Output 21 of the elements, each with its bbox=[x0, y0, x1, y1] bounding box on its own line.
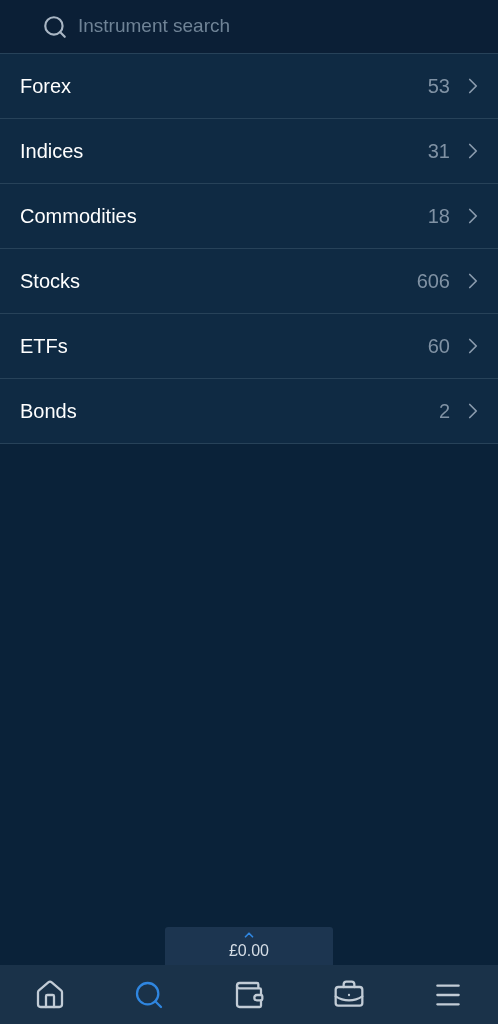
category-count: 60 bbox=[427, 334, 450, 359]
category-count: 53 bbox=[427, 74, 450, 99]
search-icon bbox=[42, 13, 68, 40]
category-label: Indices bbox=[20, 139, 85, 164]
category-row[interactable]: Commodities 18 bbox=[0, 183, 498, 248]
category-label: Forex bbox=[20, 74, 73, 99]
category-count: 31 bbox=[427, 139, 450, 164]
search-field[interactable]: Instrument search bbox=[78, 12, 378, 41]
category-row[interactable]: Stocks 606 bbox=[0, 248, 498, 313]
category-count: 2 bbox=[438, 399, 450, 424]
category-row[interactable]: Forex 53 bbox=[0, 53, 498, 118]
category-label: Bonds bbox=[20, 399, 78, 424]
category-label: ETFs bbox=[20, 334, 69, 359]
category-count: 18 bbox=[427, 204, 450, 229]
category-row[interactable]: Indices 31 bbox=[0, 118, 498, 183]
category-label: Stocks bbox=[20, 269, 82, 294]
category-row[interactable]: Bonds 2 bbox=[0, 378, 498, 443]
balance-tab[interactable]: £0.00 bbox=[165, 927, 333, 965]
category-label: Commodities bbox=[20, 204, 138, 229]
category-row[interactable]: ETFs 60 bbox=[0, 313, 498, 378]
category-count: 606 bbox=[416, 269, 450, 294]
